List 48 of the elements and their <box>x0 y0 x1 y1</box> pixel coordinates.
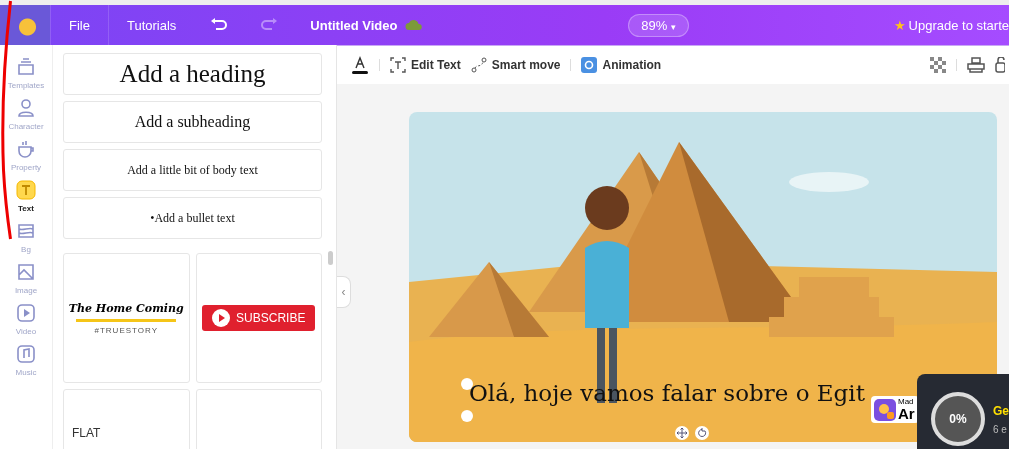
sidebar-icon <box>16 98 36 118</box>
text-frame-icon <box>390 57 406 73</box>
sidebar-icon <box>16 303 36 323</box>
template-tag: #TRUESTORY <box>94 325 158 335</box>
text-template-card[interactable]: SUBSCRIBE <box>195 253 322 383</box>
upgrade-link[interactable]: Upgrade to starte <box>908 17 1009 33</box>
smart-move-button[interactable]: Smart move <box>470 57 561 73</box>
text-preset[interactable]: Add a subheading <box>63 101 322 143</box>
rotate-handle-icon[interactable] <box>695 426 709 440</box>
sidebar-icon <box>16 344 36 364</box>
zoom-dropdown[interactable]: 89% ▾ <box>628 13 689 37</box>
sidebar-icon <box>16 57 36 77</box>
text-preset[interactable]: Add a little bit of body text <box>63 149 322 191</box>
sidebar-icon <box>16 139 36 159</box>
template-title: FLAT <box>72 426 101 440</box>
popup-subtitle: 6 e <box>993 423 1008 435</box>
text-preset[interactable]: •Add a bullet text <box>63 197 322 239</box>
star-icon: ★ <box>893 17 906 33</box>
cloud-icon <box>405 19 424 31</box>
subscribe-badge: SUBSCRIBE <box>202 305 316 331</box>
undo-icon[interactable] <box>210 18 229 32</box>
template-title: The Home Coming <box>68 301 184 315</box>
popup-title: Ge <box>993 403 1009 418</box>
text-preset[interactable]: Add a heading <box>63 53 322 95</box>
sidebar-icon <box>16 221 36 241</box>
sidebar-item[interactable]: Text <box>16 180 36 213</box>
scrollbar-thumb[interactable] <box>328 251 333 265</box>
layers-icon[interactable] <box>967 57 985 73</box>
animation-button[interactable]: Animation <box>581 57 662 73</box>
edit-text-button[interactable]: Edit Text <box>390 57 461 73</box>
text-template-card[interactable]: FLAT <box>63 389 190 449</box>
path-dots-icon <box>470 57 487 73</box>
sidebar-icon <box>16 180 36 200</box>
text-template-card[interactable]: The Home Coming #TRUESTORY <box>63 253 190 383</box>
app-logo-icon[interactable] <box>0 5 50 45</box>
move-handle-icon[interactable] <box>675 426 689 440</box>
play-icon <box>212 309 231 327</box>
watermark-text: Ar <box>898 406 915 421</box>
transparency-icon[interactable] <box>930 57 946 73</box>
project-title[interactable]: Untitled Video <box>310 17 398 33</box>
watermark-small-text: Mad <box>898 398 915 406</box>
collapse-panel-button[interactable]: ‹ <box>337 276 351 308</box>
progress-ring: 0% <box>931 392 985 446</box>
text-color-icon[interactable] <box>351 55 369 75</box>
animation-icon <box>581 57 598 73</box>
lock-icon[interactable] <box>995 57 1005 73</box>
sidebar-icon <box>16 262 36 282</box>
camera-logo-icon <box>874 398 896 421</box>
